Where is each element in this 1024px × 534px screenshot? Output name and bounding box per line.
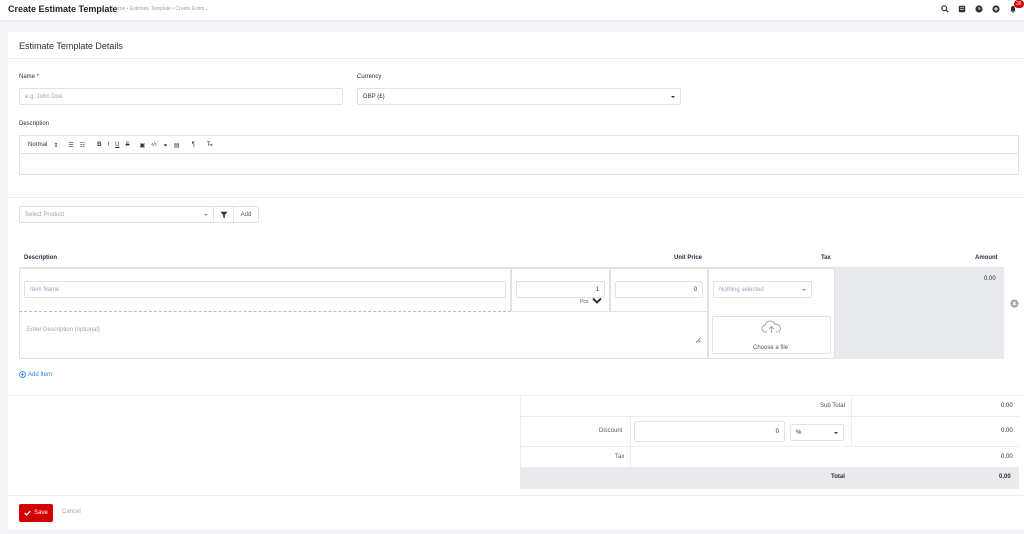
plus-circle-icon[interactable] <box>991 4 1001 14</box>
discount-type-value: % <box>796 429 802 436</box>
check-icon <box>24 510 31 516</box>
breadcrumb[interactable]: Home • Estimate Template • Create Estim.… <box>112 6 209 12</box>
required-asterisk: * <box>36 74 40 80</box>
unit-price-input[interactable]: 0 <box>615 281 703 298</box>
format-arrows-icon[interactable]: ⇕ <box>53 142 58 149</box>
name-label-text: Name <box>19 74 36 80</box>
image-icon[interactable]: ▣ <box>140 142 146 149</box>
bold-icon[interactable]: B <box>97 142 101 148</box>
code-icon[interactable]: ‹/› <box>151 142 157 148</box>
divider <box>8 197 1024 198</box>
filter-icon <box>219 211 228 218</box>
product-select[interactable]: Select Product <box>19 206 214 223</box>
item-description-placeholder: Enter Description (optional) <box>27 327 100 333</box>
tax-value: 0.00 <box>1001 454 1013 460</box>
tax-select-placeholder: Nothing selected <box>719 286 764 293</box>
amount-cell <box>835 268 1004 359</box>
quantity-value: 1 <box>595 286 599 293</box>
chevron-down-icon <box>834 431 838 434</box>
rtl-icon[interactable]: ¶ <box>192 142 195 148</box>
unit-chevron-down-icon[interactable] <box>592 297 602 307</box>
unit-label: Pcs <box>580 299 589 305</box>
chevron-down-icon <box>204 213 208 216</box>
plus-circle-icon <box>19 371 26 378</box>
sub-total-label: Sub Total <box>820 403 845 409</box>
product-select-placeholder: Select Product <box>25 211 65 218</box>
underline-icon[interactable]: U <box>115 142 119 148</box>
italic-icon[interactable]: I <box>108 142 110 148</box>
add-product-button[interactable]: Add <box>233 206 259 223</box>
total-value: 0.00 <box>999 474 1011 480</box>
header-description: Description <box>24 255 58 261</box>
chevron-down-icon <box>671 95 675 98</box>
discount-value: 0.00 <box>1001 428 1013 434</box>
discount-label: Discount <box>599 428 623 434</box>
discount-type-select[interactable]: % <box>790 424 844 441</box>
divider <box>8 495 1024 496</box>
divider <box>851 395 852 446</box>
link-icon[interactable]: ⚭ <box>163 142 168 149</box>
tax-label: Tax <box>615 454 625 460</box>
name-input-placeholder: e.g. John Doe <box>25 93 63 100</box>
choose-file-label: Choose a file <box>753 345 789 351</box>
clock-icon[interactable] <box>974 4 984 14</box>
divider <box>520 446 1019 447</box>
description-label: Description <box>19 121 50 127</box>
chevron-down-icon <box>802 288 806 291</box>
page-title: Create Estimate Template <box>8 4 118 14</box>
format-select[interactable]: Normal <box>28 142 47 148</box>
bullet-list-icon[interactable]: ☷ <box>80 142 85 149</box>
divider <box>520 416 1019 417</box>
divider <box>8 58 1024 59</box>
cancel-button[interactable]: Cancel <box>62 509 81 515</box>
divider <box>630 416 631 467</box>
description-editor[interactable] <box>19 153 1019 175</box>
item-description-cell[interactable] <box>19 312 708 359</box>
sub-total-value: 0.00 <box>1001 403 1013 409</box>
header-tax: Tax <box>821 255 831 261</box>
total-row <box>520 467 1019 489</box>
save-button[interactable]: Save <box>19 504 53 522</box>
search-icon[interactable] <box>940 4 950 14</box>
unit-price-value: 0 <box>693 286 697 293</box>
editor-toolbar: Normal ⇕ ☰ ☷ B I U S ▣ ‹/› ⚭ ▤ ¶ T̶ₓ <box>19 135 1019 154</box>
item-name-placeholder: Item Name <box>30 286 60 293</box>
discount-input-value: 0 <box>775 428 779 435</box>
header-amount: Amount <box>975 255 998 261</box>
item-name-input[interactable]: Item Name <box>24 281 506 298</box>
ordered-list-icon[interactable]: ☰ <box>68 142 73 149</box>
save-label: Save <box>34 510 48 516</box>
strike-icon[interactable]: S <box>126 142 130 148</box>
cloud-upload-icon <box>761 320 783 336</box>
name-input[interactable]: e.g. John Doe <box>19 88 343 105</box>
resize-handle-icon[interactable] <box>695 337 701 345</box>
currency-value: GBP (£) <box>363 93 385 100</box>
filter-button[interactable] <box>213 206 234 223</box>
currency-select[interactable]: GBP (£) <box>357 88 681 105</box>
name-label: Name * <box>19 74 39 80</box>
header-unit-price: Unit Price <box>674 255 703 261</box>
sticky-note-icon[interactable] <box>957 4 967 14</box>
table-icon[interactable]: ▤ <box>174 142 180 149</box>
remove-item-icon[interactable] <box>1010 299 1019 310</box>
tax-select[interactable]: Nothing selected <box>713 281 812 298</box>
amount-value: 0.00 <box>984 276 996 282</box>
add-item-button[interactable]: Add Item <box>19 371 52 378</box>
card-title: Estimate Template Details <box>19 41 123 51</box>
total-label: Total <box>831 474 845 480</box>
add-product-label: Add <box>240 211 252 218</box>
add-item-label: Add Item <box>28 371 53 378</box>
notification-badge: 36 <box>1014 0 1024 8</box>
quantity-input[interactable]: 1 <box>516 281 605 298</box>
currency-label: Currency <box>357 74 382 80</box>
discount-input[interactable]: 0 <box>634 421 785 442</box>
clear-format-icon[interactable]: T̶ₓ <box>207 142 213 148</box>
